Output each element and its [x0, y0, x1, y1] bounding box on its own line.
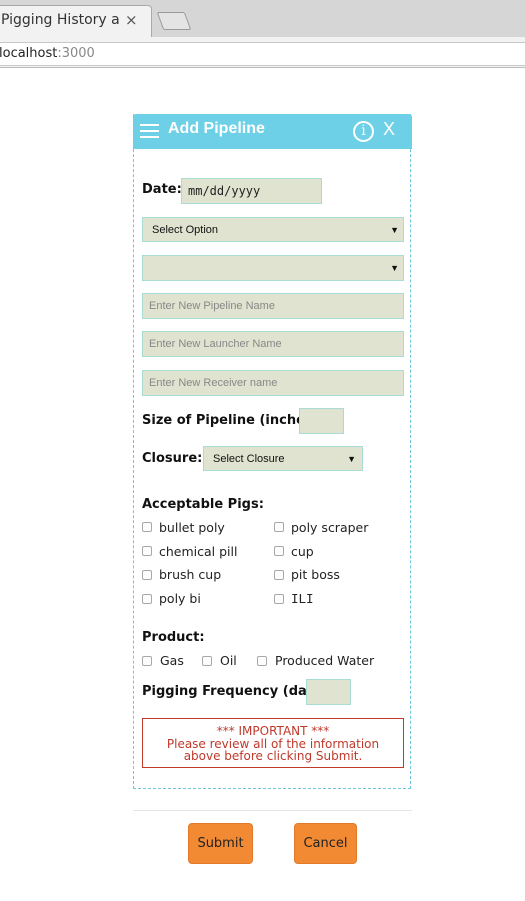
closure-label: Closure:	[142, 451, 203, 466]
pig-label-ili: ILI	[291, 591, 314, 606]
pig-checkbox-poly-scraper[interactable]	[274, 522, 284, 532]
pipeline-size-input[interactable]	[299, 408, 344, 434]
date-label: Date:	[142, 182, 182, 197]
frequency-label: Pigging Frequency (days):	[142, 684, 334, 699]
pig-checkbox-ili[interactable]	[274, 594, 284, 604]
tab-title: Pigging History and Reporting	[1, 12, 119, 28]
chevron-down-icon: ▼	[390, 263, 399, 273]
pig-label-chemical-pill: chemical pill	[159, 544, 238, 559]
pipeline-name-input[interactable]: Enter New Pipeline Name	[142, 293, 404, 319]
url-text: localhost:3000	[0, 46, 95, 61]
pipeline-select-value: Select Option	[152, 224, 219, 236]
product-label-produced-water: Produced Water	[275, 653, 375, 668]
pig-label-brush-cup: brush cup	[159, 567, 222, 582]
notice-title: *** IMPORTANT ***	[216, 724, 330, 738]
secondary-select[interactable]: ▼	[142, 255, 404, 281]
product-checkbox-oil[interactable]	[202, 656, 212, 666]
acceptable-pigs-label: Acceptable Pigs:	[142, 497, 264, 512]
pipeline-select[interactable]: Select Option ▼	[142, 217, 404, 242]
tab-close-icon[interactable]: ×	[125, 11, 138, 29]
pig-checkbox-chemical-pill[interactable]	[142, 546, 152, 556]
pig-label-bullet-poly: bullet poly	[159, 520, 225, 535]
pig-checkbox-brush-cup[interactable]	[142, 570, 152, 580]
address-bar[interactable]: localhost:3000	[0, 42, 525, 66]
closure-select-value: Select Closure	[213, 453, 285, 465]
receiver-name-input[interactable]: Enter New Receiver name	[142, 370, 404, 396]
product-checkbox-produced-water[interactable]	[257, 656, 267, 666]
dialog-header: Add Pipeline i X	[133, 114, 412, 149]
chevron-down-icon: ▼	[347, 454, 356, 464]
pig-label-cup: cup	[291, 544, 314, 559]
url-host: localhost	[0, 46, 58, 61]
divider	[133, 810, 412, 811]
product-checkbox-gas[interactable]	[142, 656, 152, 666]
important-notice: *** IMPORTANT *** Please review all of t…	[142, 718, 404, 768]
cancel-button[interactable]: Cancel	[294, 823, 357, 864]
info-icon[interactable]: i	[353, 121, 374, 142]
product-label-gas: Gas	[160, 653, 184, 668]
pig-checkbox-poly-bi[interactable]	[142, 594, 152, 604]
product-label-oil: Oil	[220, 653, 237, 668]
menu-icon[interactable]	[140, 124, 159, 138]
pig-label-poly-bi: poly bi	[159, 591, 201, 606]
date-input[interactable]: mm/dd/yyyy	[181, 178, 322, 204]
chevron-down-icon: ▼	[390, 225, 399, 235]
pig-label-poly-scraper: poly scraper	[291, 520, 369, 535]
notice-line-2: above before clicking Submit.	[183, 749, 363, 763]
frequency-input[interactable]	[306, 679, 351, 705]
product-label: Product:	[142, 630, 205, 645]
submit-button[interactable]: Submit	[188, 823, 253, 864]
closure-select[interactable]: Select Closure ▼	[203, 446, 363, 471]
pipeline-size-label: Size of Pipeline (inches):	[142, 413, 324, 428]
close-icon[interactable]: X	[383, 119, 395, 140]
pig-checkbox-bullet-poly[interactable]	[142, 522, 152, 532]
pig-checkbox-pit-boss[interactable]	[274, 570, 284, 580]
url-port: :3000	[57, 46, 95, 61]
pig-label-pit-boss: pit boss	[291, 567, 340, 582]
browser-tab[interactable]: Pigging History and Reporting ×	[0, 5, 152, 38]
launcher-name-input[interactable]: Enter New Launcher Name	[142, 331, 404, 357]
dialog-title: Add Pipeline	[168, 120, 265, 137]
pig-checkbox-cup[interactable]	[274, 546, 284, 556]
